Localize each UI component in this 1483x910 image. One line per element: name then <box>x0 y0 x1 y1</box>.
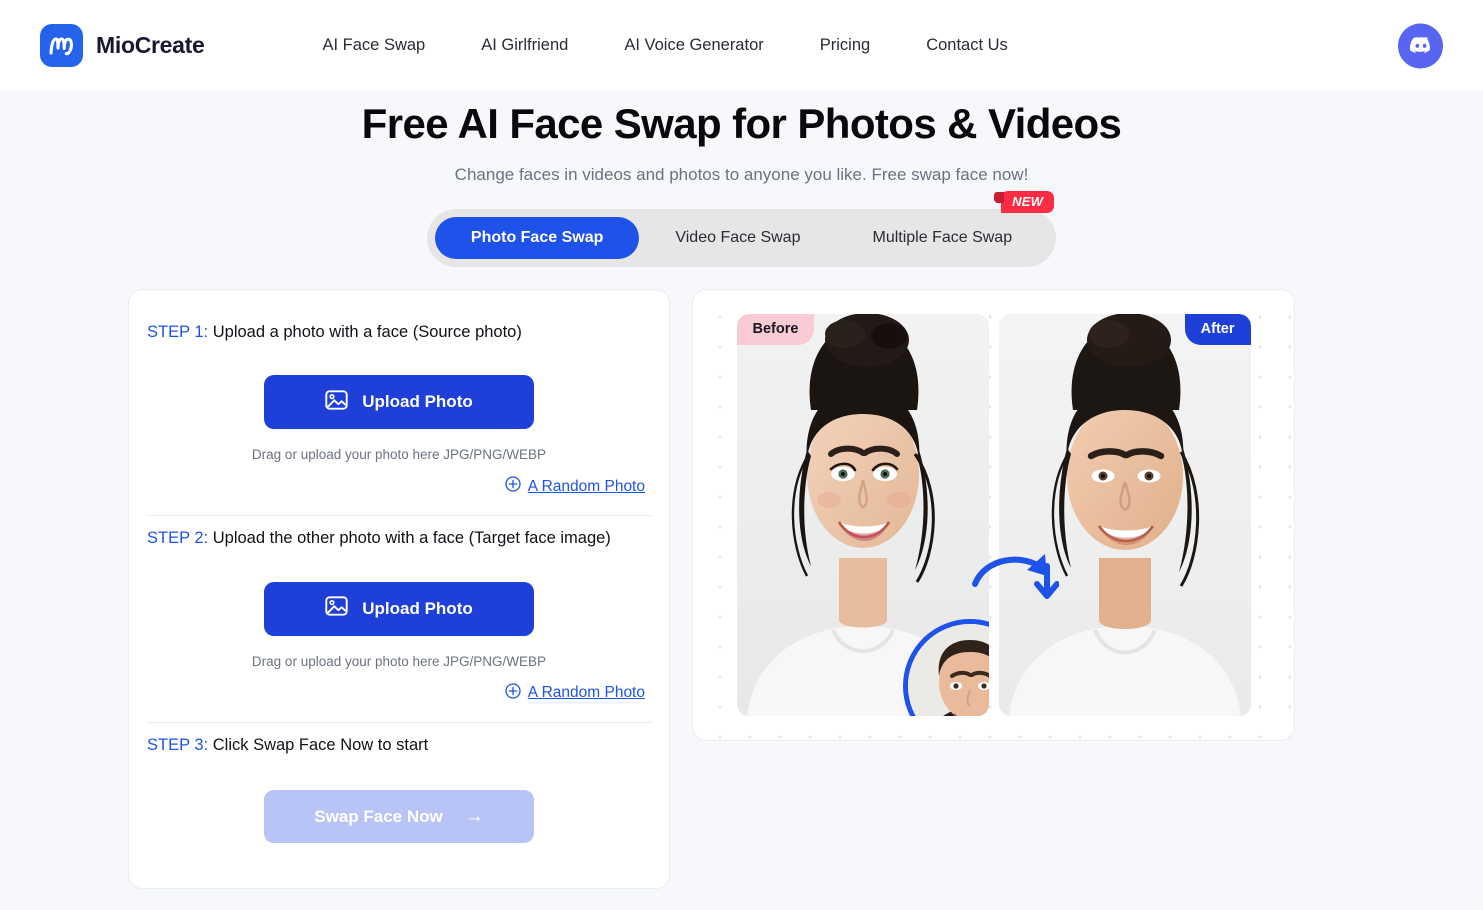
step-2-upload-row: Upload Photo <box>147 581 651 636</box>
step-1-random-row: A Random Photo <box>147 476 651 497</box>
site-header: MioCreate AI Face Swap AI Girlfriend AI … <box>0 0 1483 91</box>
after-portrait-image <box>998 313 1251 716</box>
tab-multiple-face-swap-host: Multiple Face Swap NEW <box>836 190 1055 259</box>
step-2-number: STEP 2: <box>147 529 209 548</box>
discord-icon[interactable] <box>1398 23 1443 68</box>
miocreate-m-logo-icon <box>40 24 83 67</box>
before-tag: Before <box>736 313 815 345</box>
tab-photo-face-swap[interactable]: Photo Face Swap <box>434 216 640 259</box>
step-1-block: STEP 1: Upload a photo with a face (Sour… <box>147 320 651 498</box>
after-photo-frame: After <box>998 313 1251 716</box>
step-3-text: Click Swap Face Now to start <box>208 735 429 754</box>
step-2-text: Upload the other photo with a face (Targ… <box>208 529 611 548</box>
tab-multiple-face-swap[interactable]: Multiple Face Swap <box>836 217 1048 259</box>
main-nav: AI Face Swap AI Girlfriend AI Voice Gene… <box>295 28 1036 63</box>
brand-name: MioCreate <box>96 32 205 58</box>
header-actions <box>1398 23 1443 68</box>
upload-photo-label-1: Upload Photo <box>362 392 473 412</box>
step-3-block: STEP 3: Click Swap Face Now to start Swa… <box>147 733 651 844</box>
image-upload-icon <box>325 596 348 621</box>
random-photo-link-2[interactable]: A Random Photo <box>505 682 645 704</box>
step-1-text: Upload a photo with a face (Source photo… <box>208 322 522 341</box>
after-tag: After <box>1184 313 1251 345</box>
image-upload-icon <box>325 389 348 415</box>
random-photo-link-1[interactable]: A Random Photo <box>505 476 645 497</box>
nav-item-ai-girlfriend[interactable]: AI Girlfriend <box>453 28 596 63</box>
steps-panel: STEP 1: Upload a photo with a face (Sour… <box>128 288 670 889</box>
page-subtitle: Change faces in videos and photos to any… <box>454 164 1029 184</box>
random-photo-label-2: A Random Photo <box>527 684 645 702</box>
step-3-action-row: Swap Face Now → <box>147 790 651 844</box>
hero-section: Free AI Face Swap for Photos & Videos Ch… <box>0 91 1483 185</box>
step-1-number: STEP 1: <box>147 322 209 341</box>
swap-face-now-label: Swap Face Now <box>314 806 443 826</box>
main-content: STEP 1: Upload a photo with a face (Sour… <box>0 267 1483 889</box>
step-2-title: STEP 2: Upload the other photo with a fa… <box>147 526 651 552</box>
mode-tabs: Photo Face Swap Video Face Swap Multiple… <box>426 190 1057 267</box>
step-3-number: STEP 3: <box>147 735 209 754</box>
step-1-title: STEP 1: Upload a photo with a face (Sour… <box>147 320 651 346</box>
step-1-hint: Drag or upload your photo here JPG/PNG/W… <box>251 447 547 463</box>
tab-video-face-swap[interactable]: Video Face Swap <box>639 217 836 259</box>
upload-photo-label-2: Upload Photo <box>362 598 473 618</box>
nav-item-contact-us[interactable]: Contact Us <box>898 28 1036 63</box>
swap-face-now-button[interactable]: Swap Face Now → <box>264 790 534 844</box>
plus-circle-icon <box>505 476 521 497</box>
plus-circle-icon <box>505 682 521 704</box>
curved-swap-arrow-icon <box>969 548 1060 613</box>
brand-logo-link[interactable]: MioCreate <box>40 24 205 67</box>
new-badge: NEW <box>994 190 1055 214</box>
preview-panel: Before After <box>692 288 1295 741</box>
nav-item-ai-face-swap[interactable]: AI Face Swap <box>295 28 454 63</box>
step-2-block: STEP 2: Upload the other photo with a fa… <box>147 526 651 704</box>
upload-photo-button-2[interactable]: Upload Photo <box>264 581 534 636</box>
arrow-right-icon: → <box>464 805 484 827</box>
step-divider-1 <box>147 515 651 517</box>
step-2-random-row: A Random Photo <box>147 682 651 704</box>
step-divider-2 <box>147 721 651 723</box>
page-title: Free AI Face Swap for Photos & Videos <box>361 100 1122 147</box>
step-3-title: STEP 3: Click Swap Face Now to start <box>147 733 651 759</box>
upload-photo-button-1[interactable]: Upload Photo <box>264 375 534 430</box>
random-photo-label-1: A Random Photo <box>527 477 645 495</box>
step-1-upload-row: Upload Photo <box>147 375 651 430</box>
nav-item-ai-voice-generator[interactable]: AI Voice Generator <box>596 28 791 63</box>
preview-inner: Before After <box>693 290 1294 740</box>
step-2-hint: Drag or upload your photo here JPG/PNG/W… <box>251 653 547 669</box>
nav-item-pricing[interactable]: Pricing <box>792 28 898 63</box>
mode-tabs-wrapper: Photo Face Swap Video Face Swap Multiple… <box>0 190 1483 267</box>
before-photo-frame: Before <box>736 313 989 716</box>
